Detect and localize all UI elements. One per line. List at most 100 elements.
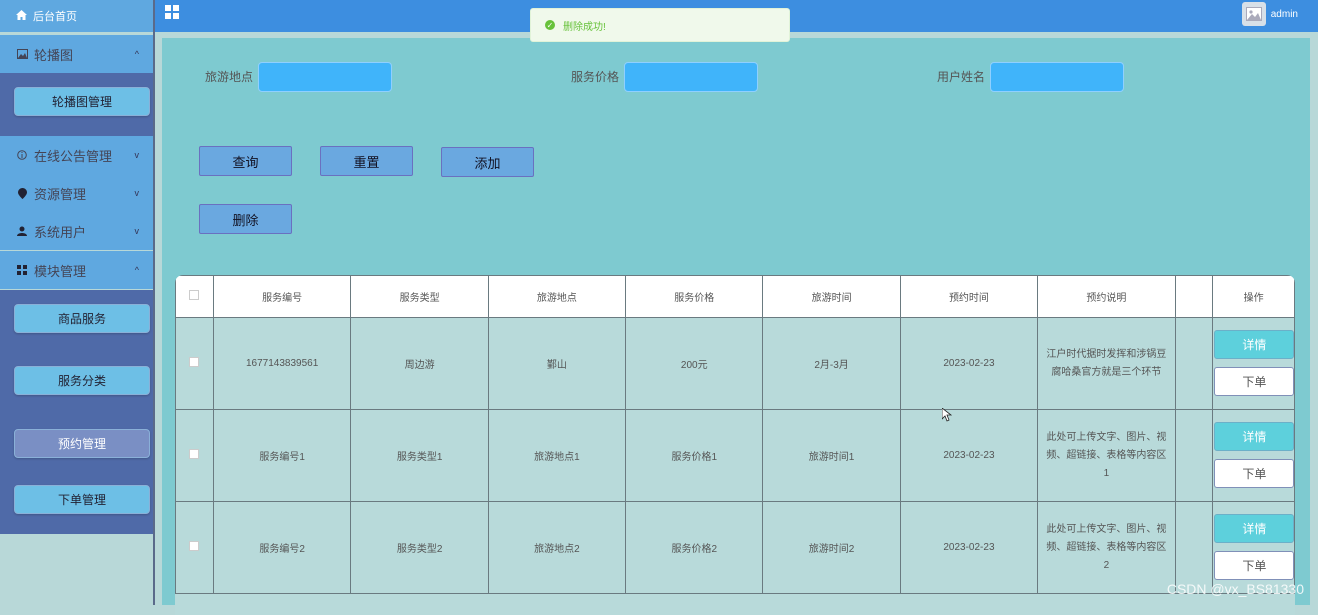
cell-service-id: 服务编号2	[212, 501, 352, 594]
sidebar-menu-carousel[interactable]: 轮播图 ^	[0, 35, 153, 73]
mouse-cursor-icon	[941, 407, 953, 425]
cell-travel-time: 旅游时间2	[762, 501, 901, 594]
sidebar-item-booking-manage[interactable]: 预约管理	[14, 429, 150, 458]
row-checkbox[interactable]	[189, 357, 200, 367]
cell-price: 服务价格1	[625, 409, 764, 502]
cell-place: 旅游地点2	[487, 501, 627, 594]
column-header: 操作	[1212, 275, 1295, 318]
image-icon	[16, 49, 28, 59]
data-table: 服务编号 服务类型 旅游地点 服务价格 旅游时间 预约时间 预约说明 操作 16…	[175, 275, 1295, 615]
sidebar-home[interactable]: 后台首页	[0, 0, 153, 32]
column-header: 服务类型	[350, 275, 489, 318]
row-select-cell	[175, 501, 214, 594]
sidebar-menu-modules[interactable]: 模块管理 ^	[0, 251, 153, 289]
cell-actions: 详情 下单	[1212, 317, 1295, 410]
desc-text: 此处可上传文字、图片、视频、超链接、表格等内容区1	[1046, 431, 1167, 479]
cell-travel-time: 2月-3月	[762, 317, 901, 410]
cell-service-type: 服务类型1	[350, 409, 489, 502]
chevron-up-icon: ^	[134, 265, 139, 275]
username[interactable]: admin	[1271, 9, 1298, 20]
cell-actions: 详情 下单	[1212, 501, 1295, 594]
main-content: 旅游地点 服务价格 用户姓名 查询 重置 添加 删除 服务编号 服务类型 旅游地…	[162, 38, 1310, 615]
table-header-row: 服务编号 服务类型 旅游地点 服务价格 旅游时间 预约时间 预约说明 操作	[175, 275, 1295, 318]
column-header: 预约时间	[899, 275, 1039, 318]
user-icon	[16, 226, 28, 236]
grid-icon	[16, 265, 28, 275]
modules-submenu: 商品服务 服务分类 预约管理 下单管理	[0, 290, 153, 534]
search-button[interactable]: 查询	[199, 146, 292, 176]
delete-button[interactable]: 删除	[199, 204, 292, 234]
row-checkbox[interactable]	[189, 541, 200, 551]
sidebar-menu-label: 资源管理	[34, 186, 87, 202]
cell-empty	[1174, 317, 1214, 410]
cell-price: 200元	[625, 317, 764, 410]
reset-button[interactable]: 重置	[320, 146, 413, 176]
column-header: 预约说明	[1037, 275, 1176, 318]
check-circle-icon: ✓	[545, 20, 555, 30]
column-header: 旅游地点	[487, 275, 627, 318]
detail-button[interactable]: 详情	[1214, 422, 1295, 451]
cell-actions: 详情 下单	[1212, 409, 1295, 502]
price-input[interactable]	[624, 62, 758, 92]
sidebar-item-goods-service[interactable]: 商品服务	[14, 304, 150, 333]
cell-booking-time: 2023-02-23	[899, 317, 1039, 410]
detail-button[interactable]: 详情	[1214, 330, 1295, 359]
order-button[interactable]: 下单	[1214, 459, 1295, 488]
location-pin-icon	[16, 187, 28, 199]
menu-toggle-icon[interactable]	[165, 5, 179, 19]
cell-desc: 此处可上传文字、图片、视频、超链接、表格等内容区1	[1037, 409, 1176, 502]
cell-travel-time: 旅游时间1	[762, 409, 901, 502]
sidebar-item-order-manage[interactable]: 下单管理	[14, 485, 150, 514]
desc-text: 江户时代据时发挥和涉锅豆腐哈桑官方就是三个环节	[1046, 348, 1167, 378]
sidebar-menu-users[interactable]: 系统用户 v	[0, 212, 153, 250]
chevron-down-icon: v	[134, 150, 140, 160]
watermark: CSDN @vx_BS81330	[1166, 581, 1304, 597]
sidebar-item-carousel-manage[interactable]: 轮播图管理	[14, 87, 150, 116]
avatar[interactable]	[1242, 2, 1266, 26]
order-button[interactable]: 下单	[1214, 551, 1295, 580]
sidebar-menu-announcement[interactable]: 在线公告管理 v	[0, 136, 153, 174]
cell-empty	[1174, 409, 1214, 502]
cell-service-id: 服务编号1	[212, 409, 352, 502]
cell-booking-time: 2023-02-23	[899, 409, 1039, 502]
cell-service-type: 服务类型2	[350, 501, 489, 594]
username-input[interactable]	[990, 62, 1124, 92]
place-input[interactable]	[258, 62, 392, 92]
success-toast: ✓ 删除成功!	[530, 8, 790, 42]
row-select-cell	[175, 317, 214, 410]
filter-label-price: 服务价格	[571, 70, 620, 84]
chevron-down-icon: v	[134, 226, 140, 236]
order-button[interactable]: 下单	[1214, 367, 1295, 396]
add-button[interactable]: 添加	[441, 147, 534, 177]
select-all-cell	[175, 275, 214, 318]
select-all-checkbox[interactable]	[189, 290, 200, 300]
table-row: 服务编号1 服务类型1 旅游地点1 服务价格1 旅游时间1 2023-02-23…	[175, 409, 1295, 502]
home-icon	[16, 9, 27, 23]
sidebar-menu-resource[interactable]: 资源管理 v	[0, 174, 153, 212]
column-header: 服务编号	[212, 275, 352, 318]
sidebar-item-service-category[interactable]: 服务分类	[14, 366, 150, 395]
sidebar-menu-label: 在线公告管理	[34, 148, 113, 164]
cell-price: 服务价格2	[625, 501, 764, 594]
chevron-up-icon: ^	[134, 49, 139, 59]
cell-service-type: 周边游	[350, 317, 489, 410]
sidebar-menu-label: 系统用户	[34, 224, 87, 240]
carousel-submenu: 轮播图管理	[0, 73, 153, 136]
sidebar: 后台首页 轮播图 ^ 轮播图管理 在线公告管理 v 资源管理 v 系统用户 v	[0, 0, 155, 605]
cell-place: 鄞山	[487, 317, 627, 410]
sidebar-menu-label: 轮播图	[34, 47, 74, 63]
toast-message: 删除成功!	[563, 21, 606, 33]
sidebar-menu-label: 模块管理	[34, 263, 87, 279]
desc-text: 此处可上传文字、图片、视频、超链接、表格等内容区2	[1046, 523, 1167, 571]
table-row: 1677143839561 周边游 鄞山 200元 2月-3月 2023-02-…	[175, 317, 1295, 410]
filter-label-username: 用户姓名	[937, 70, 986, 84]
detail-button[interactable]: 详情	[1214, 514, 1295, 543]
row-select-cell	[175, 409, 214, 502]
cell-booking-time: 2023-02-23	[899, 501, 1039, 594]
filter-label-place: 旅游地点	[205, 70, 254, 84]
cell-desc: 此处可上传文字、图片、视频、超链接、表格等内容区2	[1037, 501, 1176, 594]
row-checkbox[interactable]	[189, 449, 200, 459]
table-row: 服务编号2 服务类型2 旅游地点2 服务价格2 旅游时间2 2023-02-23…	[175, 501, 1295, 594]
info-circle-icon	[16, 150, 28, 160]
column-header: 服务价格	[625, 275, 764, 318]
